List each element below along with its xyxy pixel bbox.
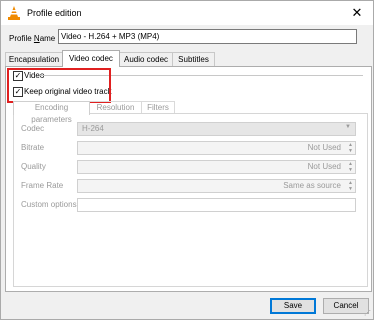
tab-encapsulation[interactable]: Encapsulation [5, 52, 63, 66]
codec-select[interactable]: H-264 ▼ [77, 122, 356, 136]
custom-options-label: Custom options [21, 200, 77, 209]
codec-value: H-264 [82, 124, 104, 133]
profile-edition-dialog: Profile edition ✕ Profile Name Encapsula… [0, 0, 374, 320]
bitrate-spinbox[interactable]: Not Used ▲ ▼ [77, 141, 356, 155]
profile-name-label: Profile Name [9, 34, 56, 43]
save-button[interactable]: Save [270, 298, 316, 314]
frame-rate-label: Frame Rate [21, 181, 64, 190]
quality-value: Not Used [307, 162, 341, 171]
subtab-encoding-parameters[interactable]: Encoding parameters [13, 101, 90, 124]
highlight-box [7, 68, 111, 103]
window-title: Profile edition [27, 8, 82, 18]
video-codec-pane: ✓ Video ✓ Keep original video track Enco… [5, 66, 372, 292]
quality-spinbox[interactable]: Not Used ▲ ▼ [77, 160, 356, 174]
vlc-cone-icon [8, 6, 20, 20]
bitrate-label: Bitrate [21, 143, 45, 152]
profile-name-input[interactable] [58, 29, 357, 44]
profile-name-label-underlined: N [33, 34, 40, 43]
bitrate-value: Not Used [307, 143, 341, 152]
spin-arrows-icon: ▲ ▼ [348, 180, 353, 192]
resize-grip-icon[interactable]: ⋰ [364, 309, 371, 317]
tab-subtitles[interactable]: Subtitles [172, 52, 215, 66]
frame-rate-value: Same as source [283, 181, 341, 190]
title-bar: Profile edition ✕ [1, 1, 373, 25]
custom-options-input[interactable] [77, 198, 356, 212]
cancel-button[interactable]: Cancel [323, 298, 369, 314]
chevron-down-icon: ▼ [345, 124, 351, 130]
encoding-parameters-pane: Codec H-264 ▼ Bitrate Not Used ▲ ▼ Qualit… [13, 113, 368, 287]
tab-video-codec[interactable]: Video codec [62, 50, 120, 67]
spin-arrows-icon: ▲ ▼ [348, 161, 353, 173]
frame-rate-spinbox[interactable]: Same as source ▲ ▼ [77, 179, 356, 193]
quality-label: Quality [21, 162, 46, 171]
tab-audio-codec[interactable]: Audio codec [119, 52, 173, 66]
close-icon[interactable]: ✕ [347, 4, 367, 22]
spin-arrows-icon: ▲ ▼ [348, 142, 353, 154]
